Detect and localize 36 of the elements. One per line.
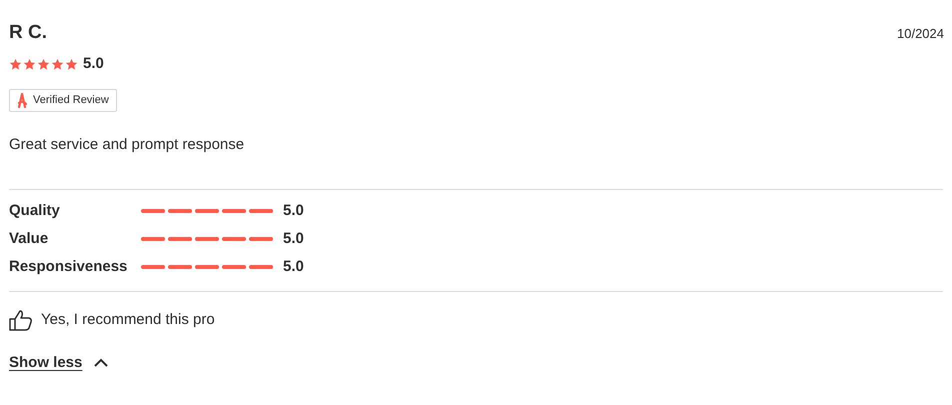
rating-segment [222,209,246,213]
star-icon [37,58,50,71]
star-icon [23,58,36,71]
rating-segment [195,237,219,241]
show-less-link[interactable]: Show less [9,352,108,374]
rating-segment [249,209,273,213]
recommendation-text: Yes, I recommend this pro [41,310,215,330]
star-icon [51,58,64,71]
rating-segment [141,237,165,241]
rating-segment [168,237,192,241]
rating-segment [222,237,246,241]
logo-icon [17,92,27,108]
rating-segment [222,265,246,269]
reviewer-name: R C. [9,22,47,44]
rating-segment [249,237,273,241]
star-icon [65,58,78,71]
rating-segment [195,209,219,213]
rating-label: Value [9,228,50,249]
rating-segment [168,265,192,269]
rating-label: Responsiveness [9,256,128,277]
verified-badge: Verified Review [9,88,117,112]
rating-segment [168,209,192,213]
rating-segment [141,209,165,213]
rating-value: 5.0 [283,200,304,221]
rating-segment [195,265,219,269]
rating-value: 5.0 [83,54,104,74]
star-icon [9,58,22,71]
rating-label: Quality [9,200,61,221]
rating-segment [249,265,273,269]
review-date: 10/2024 [897,25,944,43]
thumbs-up-icon [9,309,33,332]
rating-value: 5.0 [283,228,304,249]
review-text: Great service and prompt response [9,134,246,154]
rating-value: 5.0 [283,256,304,277]
caret-icon [94,358,108,368]
rating-segment [141,265,165,269]
